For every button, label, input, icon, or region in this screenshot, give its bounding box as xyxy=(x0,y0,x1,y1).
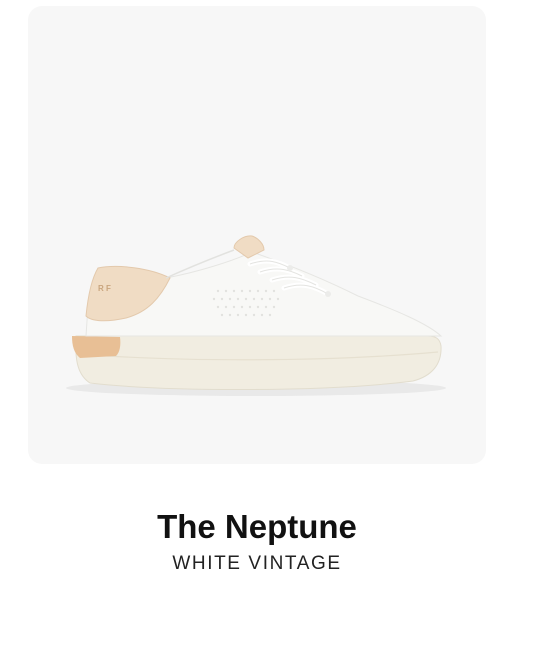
svg-text:R F: R F xyxy=(98,284,111,293)
product-name[interactable]: The Neptune xyxy=(28,506,486,548)
product-color-name: WHITE VINTAGE xyxy=(172,553,342,574)
sneaker-image: R F xyxy=(66,235,446,396)
product-card[interactable]: R F The Neptune WHITE VINTAGE xyxy=(0,0,540,668)
product-info: The Neptune WHITE VINTAGE xyxy=(28,506,486,576)
product-image[interactable]: R F xyxy=(28,6,486,464)
